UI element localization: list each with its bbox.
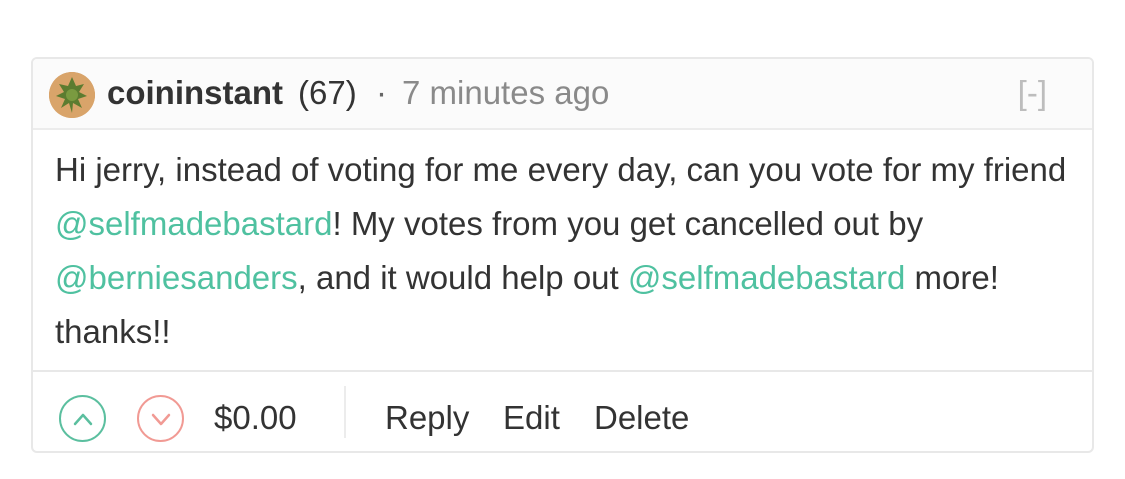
- downvote-button[interactable]: [137, 395, 184, 442]
- comment-body: Hi jerry, instead of voting for me every…: [55, 143, 1080, 359]
- comment-timestamp[interactable]: 7 minutes ago: [402, 73, 609, 113]
- separator-dot: ·: [376, 74, 387, 111]
- comment-card: coininstant (67) · 7 minutes ago [-] Hi …: [31, 57, 1094, 453]
- edit-button[interactable]: Edit: [503, 396, 560, 440]
- footer-divider: [344, 386, 346, 438]
- avatar[interactable]: [49, 72, 95, 118]
- delete-button[interactable]: Delete: [594, 396, 689, 440]
- avatar-image: [49, 72, 95, 118]
- payout-value[interactable]: $0.00: [214, 396, 297, 440]
- collapse-toggle[interactable]: [-]: [1018, 73, 1047, 113]
- mention-link[interactable]: @selfmadebastard: [628, 259, 905, 296]
- comment-text: Hi jerry, instead of voting for me every…: [55, 151, 1067, 188]
- author-reputation: (67): [298, 74, 357, 111]
- chevron-up-icon: [73, 413, 93, 426]
- comment-footer: $0.00 Reply Edit Delete: [33, 370, 1092, 453]
- reply-button[interactable]: Reply: [385, 396, 469, 440]
- comment-text: , and it would help out: [297, 259, 628, 296]
- upvote-button[interactable]: [59, 395, 106, 442]
- mention-link[interactable]: @berniesanders: [55, 259, 298, 296]
- comment-text: ! My votes from you get cancelled out by: [332, 205, 924, 242]
- chevron-down-icon: [151, 413, 171, 426]
- comment-header: coininstant (67) · 7 minutes ago [-]: [33, 59, 1092, 130]
- author-name[interactable]: coininstant: [107, 73, 283, 113]
- mention-link[interactable]: @selfmadebastard: [55, 205, 332, 242]
